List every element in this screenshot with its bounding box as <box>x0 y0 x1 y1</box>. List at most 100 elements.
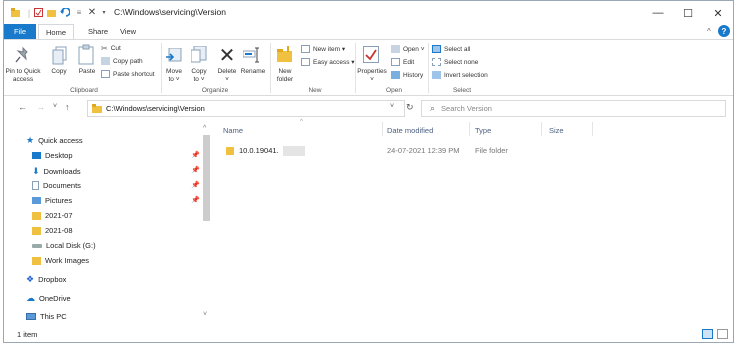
nav-onedrive[interactable]: ☁ OneDrive <box>26 293 71 304</box>
nav-this-pc-label: This PC <box>40 312 67 321</box>
new-folder-button[interactable]: New folder <box>273 68 297 84</box>
tab-home[interactable]: Home <box>38 24 74 39</box>
copy-to-icon <box>190 46 208 64</box>
address-bar[interactable]: C:\Windows\servicing\Version <box>87 100 405 117</box>
nav-folder-2021-08[interactable]: 2021-08 <box>32 226 73 235</box>
rename-button[interactable]: Rename <box>240 68 266 76</box>
new-folder-quick-icon[interactable] <box>46 7 56 18</box>
column-date-modified[interactable]: Date modified <box>387 126 433 135</box>
column-type[interactable]: Type <box>475 126 491 135</box>
column-separator[interactable] <box>469 122 470 136</box>
folder-icon <box>32 256 41 265</box>
undo-quick-icon[interactable] <box>60 7 70 18</box>
copy-to-label-line2: to ˅ <box>193 76 205 83</box>
nav-this-pc[interactable]: This PC <box>26 312 67 321</box>
delete-button[interactable]: Delete ˅ <box>215 68 239 84</box>
customize-dropdown-icon[interactable]: ▾ <box>99 7 109 18</box>
table-row[interactable]: 10.0.19041. 24-07-2021 12:39 PM File fol… <box>219 144 599 158</box>
address-dropdown-icon[interactable]: ˅ <box>390 103 394 110</box>
delete-label-line1: Delete <box>217 68 237 75</box>
properties-button[interactable]: Properties ˅ <box>356 68 388 84</box>
nav-folder-2021-07[interactable]: 2021-07 <box>32 211 73 220</box>
up-arrow-icon[interactable]: ↑ <box>65 102 70 112</box>
column-separator[interactable] <box>541 122 542 136</box>
rename-quick-icon[interactable]: ≡ <box>74 7 84 18</box>
select-all-button[interactable]: Select all <box>432 45 470 53</box>
move-to-button[interactable]: Move to ˅ <box>162 68 186 84</box>
nav-quick-access-label: Quick access <box>38 136 83 145</box>
navigation-pane: ★ Quick access Desktop 📌 ⬇ Downloads 📌 D… <box>4 119 215 325</box>
paste-shortcut-button[interactable]: Paste shortcut <box>101 70 155 78</box>
copy-path-button[interactable]: Copy path <box>101 57 143 65</box>
tab-share[interactable]: Share <box>84 24 112 39</box>
ribbon-separator <box>270 43 271 93</box>
window-title: C:\Windows\servicing\Version <box>114 7 226 17</box>
nav-scrollbar[interactable]: ^ ˅ <box>202 125 211 321</box>
pin-to-quick-access-button[interactable]: Pin to Quick access <box>3 68 43 84</box>
column-name[interactable]: Name <box>223 126 243 135</box>
scissors-icon: ✂ <box>101 44 108 53</box>
nav-work-images[interactable]: Work Images <box>32 256 89 265</box>
cloud-icon: ☁ <box>26 293 35 303</box>
select-all-icon <box>432 45 441 53</box>
search-box[interactable]: ⌕ Search Version <box>421 100 726 117</box>
new-item-button[interactable]: New item ▾ <box>301 45 345 53</box>
scroll-down-icon[interactable]: ˅ <box>203 311 207 318</box>
delete-quick-icon[interactable]: ✕ <box>87 7 97 18</box>
help-icon[interactable]: ? <box>718 25 730 37</box>
back-arrow-icon[interactable]: ← <box>18 102 27 112</box>
nav-folder-2021-08-label: 2021-08 <box>45 226 73 235</box>
edit-button[interactable]: Edit <box>391 58 414 66</box>
paste-button[interactable]: Paste <box>76 68 98 76</box>
close-button[interactable]: ✕ <box>698 3 738 23</box>
tab-file[interactable]: File <box>4 24 36 39</box>
properties-quick-icon[interactable] <box>33 7 43 18</box>
copy-to-button[interactable]: Copy to ˅ <box>187 68 211 84</box>
dropbox-icon: ❖ <box>26 274 35 284</box>
column-separator[interactable] <box>382 122 383 136</box>
nav-pictures[interactable]: Pictures <box>32 196 72 205</box>
tab-view[interactable]: View <box>116 24 140 39</box>
copy-button[interactable]: Copy <box>49 68 69 76</box>
nav-documents[interactable]: Documents <box>32 181 81 190</box>
easy-access-button[interactable]: Easy access ▾ <box>301 58 355 66</box>
cut-label: Cut <box>110 45 121 52</box>
open-icon <box>391 45 400 53</box>
pin-icon[interactable]: 📌 <box>191 166 200 174</box>
scroll-thumb[interactable] <box>203 135 210 221</box>
large-icons-view-icon[interactable] <box>717 329 728 339</box>
pin-icon[interactable]: 📌 <box>191 151 200 159</box>
pin-label-line2: access <box>12 76 34 83</box>
move-label-line1: Move <box>166 68 182 75</box>
explorer-window: | ≡ ✕ ▾ C:\Windows\servicing\Version — ☐… <box>3 0 734 343</box>
nav-desktop[interactable]: Desktop <box>32 151 73 160</box>
column-size[interactable]: Size <box>549 126 564 135</box>
nav-downloads[interactable]: ⬇ Downloads <box>32 166 81 177</box>
scroll-up-icon[interactable]: ^ <box>203 125 206 132</box>
open-button[interactable]: Open ˅ <box>391 45 425 53</box>
details-view-icon[interactable] <box>702 329 713 339</box>
invert-selection-button[interactable]: Invert selection <box>432 71 488 79</box>
select-none-button[interactable]: Select none <box>432 58 478 66</box>
recent-locations-chevron-icon[interactable]: ˅ <box>53 103 57 110</box>
folder-icon <box>226 147 234 155</box>
ribbon-collapse-icon[interactable]: ^ <box>707 27 711 36</box>
refresh-icon[interactable]: ↻ <box>406 102 414 113</box>
nav-dropbox[interactable]: ❖ Dropbox <box>26 274 66 285</box>
move-to-icon <box>165 48 183 64</box>
title-bar: | ≡ ✕ ▾ C:\Windows\servicing\Version — ☐… <box>4 1 733 24</box>
delete-label-line2: ˅ <box>225 76 229 83</box>
ribbon-tabs: File Home Share View ^ ? <box>4 24 733 39</box>
edit-icon <box>391 58 400 66</box>
pin-icon[interactable]: 📌 <box>191 181 200 189</box>
cut-button[interactable]: ✂ Cut <box>101 44 121 53</box>
paste-icon <box>77 43 95 65</box>
nav-local-disk[interactable]: Local Disk (G:) <box>32 241 96 250</box>
clipboard-group-label: Clipboard <box>70 87 98 94</box>
pin-icon[interactable]: 📌 <box>191 196 200 204</box>
column-separator[interactable] <box>592 122 593 136</box>
forward-arrow-icon[interactable]: → <box>36 102 45 112</box>
history-button[interactable]: History <box>391 71 423 79</box>
easy-access-label: Easy access ▾ <box>313 59 355 66</box>
nav-quick-access[interactable]: ★ Quick access <box>26 135 83 146</box>
